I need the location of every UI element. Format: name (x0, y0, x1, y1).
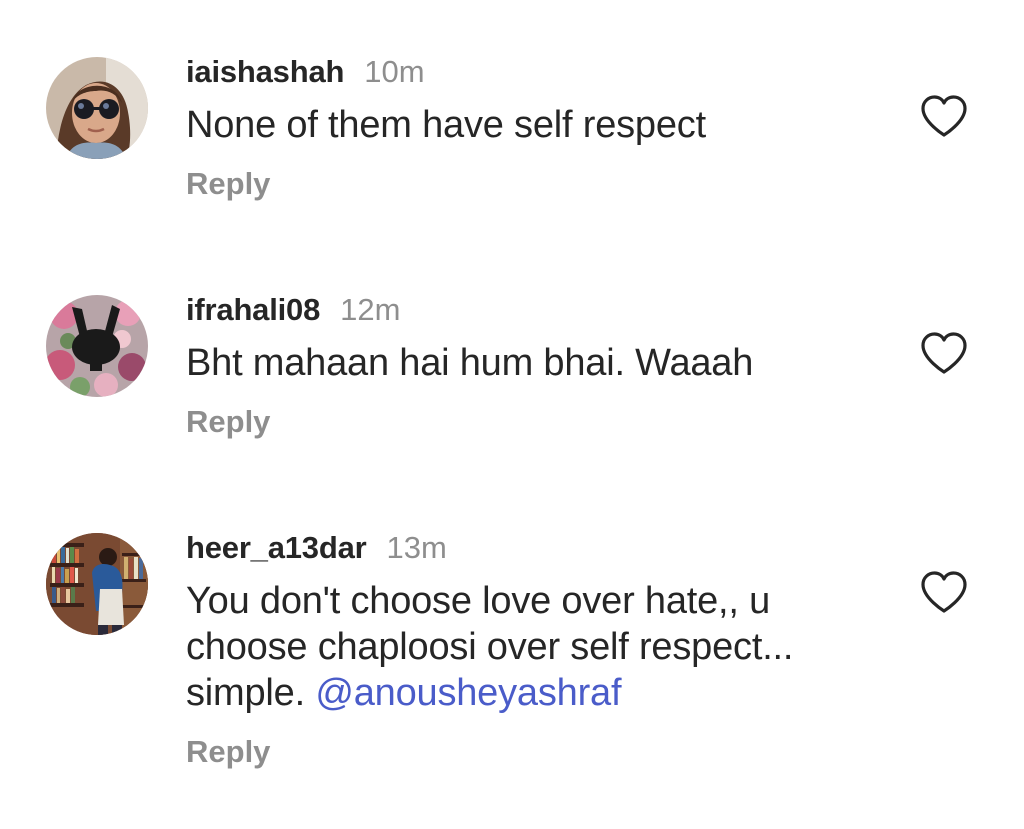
mention-link[interactable]: @anousheyashraf (315, 672, 621, 714)
heart-outline-icon[interactable] (920, 570, 968, 614)
comment-text: None of them have self respect (186, 104, 706, 146)
comment-timestamp: 13m (386, 530, 447, 565)
heart-outline-icon[interactable] (920, 331, 968, 375)
comment-text: You don't choose love over hate,, u choo… (186, 578, 914, 716)
comment-text-line: You don't choose love over hate,, u (186, 580, 771, 622)
reply-button[interactable]: Reply (186, 734, 270, 770)
comment-text-line: choose chaploosi over self respect... (186, 626, 794, 668)
heart-outline-icon[interactable] (920, 94, 968, 138)
reply-button[interactable]: Reply (186, 166, 270, 202)
comment-username[interactable]: ifrahali08 (186, 292, 320, 328)
comment-timestamp: 10m (364, 54, 425, 89)
avatar[interactable] (46, 57, 148, 159)
reply-button[interactable]: Reply (186, 404, 270, 440)
comments-list: iaishashah 10m None of them have self re… (0, 0, 1024, 829)
comment-timestamp: 12m (340, 292, 401, 327)
comment-username[interactable]: heer_a13dar (186, 530, 367, 566)
comment-text: Bht mahaan hai hum bhai. Waaah (186, 342, 754, 384)
avatar[interactable] (46, 295, 148, 397)
avatar[interactable] (46, 533, 148, 635)
comment-username[interactable]: iaishashah (186, 54, 344, 90)
comment-text-line: simple. (186, 672, 316, 714)
